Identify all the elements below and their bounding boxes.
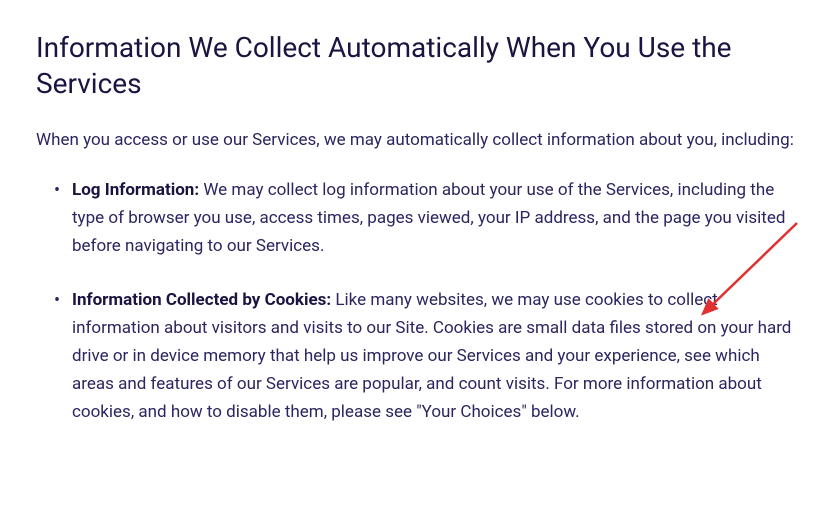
list-item-label: Log Information: — [72, 180, 199, 200]
intro-paragraph: When you access or use our Services, we … — [36, 127, 799, 154]
info-list: Log Information: We may collect log info… — [36, 176, 799, 426]
section-heading: Information We Collect Automatically Whe… — [36, 30, 799, 103]
list-item-label: Information Collected by Cookies: — [72, 290, 331, 310]
list-item: Log Information: We may collect log info… — [58, 176, 799, 260]
list-item: Information Collected by Cookies: Like m… — [58, 286, 799, 426]
